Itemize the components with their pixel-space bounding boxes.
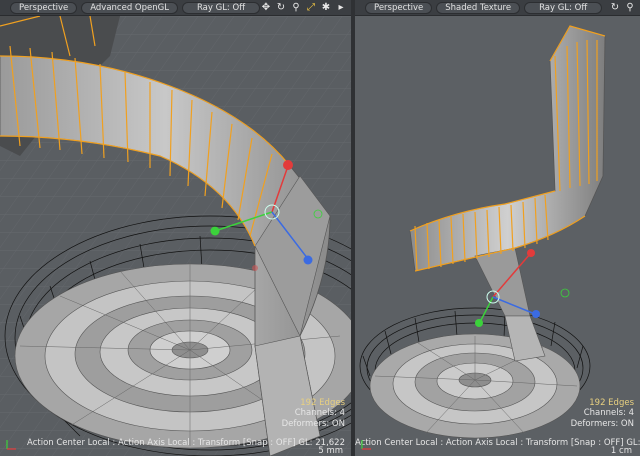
axis-indicator-icon: [361, 440, 371, 450]
left-grid-unit: 5 mm: [318, 446, 343, 456]
right-channels-info: Channels: 4: [583, 408, 634, 418]
left-3d-scene[interactable]: [0, 16, 351, 456]
left-view-mode-dropdown[interactable]: Perspective: [10, 1, 78, 14]
left-viewport-tools: ✥ ↻ ⚲ ⤢ ✱ ▸: [260, 0, 347, 16]
left-render-mode-dropdown[interactable]: Advanced OpenGL: [81, 1, 178, 14]
z-axis-handle[interactable]: [532, 310, 540, 318]
right-status-line: Action Center Local : Action Axis Local …: [355, 438, 640, 448]
y-axis-handle[interactable]: [210, 226, 220, 236]
right-viewport[interactable]: Perspective Shaded Texture Ray GL: Off ↻…: [355, 0, 640, 456]
axis-indicator-icon: [6, 440, 16, 450]
fit-icon[interactable]: ⤢: [305, 2, 317, 14]
right-view-mode-dropdown[interactable]: Perspective: [365, 1, 433, 14]
zoom-icon[interactable]: ⚲: [624, 2, 636, 14]
right-raygl-toggle[interactable]: Ray GL: Off: [524, 1, 603, 14]
right-render-mode-dropdown[interactable]: Shaded Texture: [436, 1, 521, 14]
left-channels-info: Channels: 4: [294, 408, 345, 418]
right-3d-scene[interactable]: [355, 16, 640, 456]
move-icon[interactable]: ✥: [260, 2, 272, 14]
left-status-line: Action Center Local : Action Axis Local …: [27, 438, 345, 448]
spiral-mesh: [369, 333, 581, 439]
y-axis-handle[interactable]: [475, 319, 483, 327]
rotate-icon[interactable]: ↻: [609, 2, 621, 14]
right-edges-count: 192 Edges: [589, 398, 634, 408]
x-axis-handle[interactable]: [283, 160, 293, 170]
gear-icon[interactable]: ✱: [320, 2, 332, 14]
left-raygl-toggle[interactable]: Ray GL: Off: [181, 1, 261, 14]
right-viewport-tools: ↻ ⚲: [609, 0, 636, 16]
left-viewport-header: Perspective Advanced OpenGL Ray GL: Off …: [0, 0, 351, 16]
left-edges-count: 192 Edges: [300, 398, 345, 408]
zoom-icon[interactable]: ⚲: [290, 2, 302, 14]
left-deformers-info: Deformers: ON: [281, 419, 345, 429]
play-icon[interactable]: ▸: [335, 2, 347, 14]
right-grid-unit: 1 cm: [610, 446, 632, 456]
z-axis-handle[interactable]: [303, 255, 313, 265]
rotate-icon[interactable]: ↻: [275, 2, 287, 14]
right-viewport-header: Perspective Shaded Texture Ray GL: Off ↻…: [355, 0, 640, 16]
right-deformers-info: Deformers: ON: [570, 419, 634, 429]
x-axis-handle[interactable]: [527, 249, 535, 257]
left-viewport[interactable]: Perspective Advanced OpenGL Ray GL: Off …: [0, 0, 351, 456]
